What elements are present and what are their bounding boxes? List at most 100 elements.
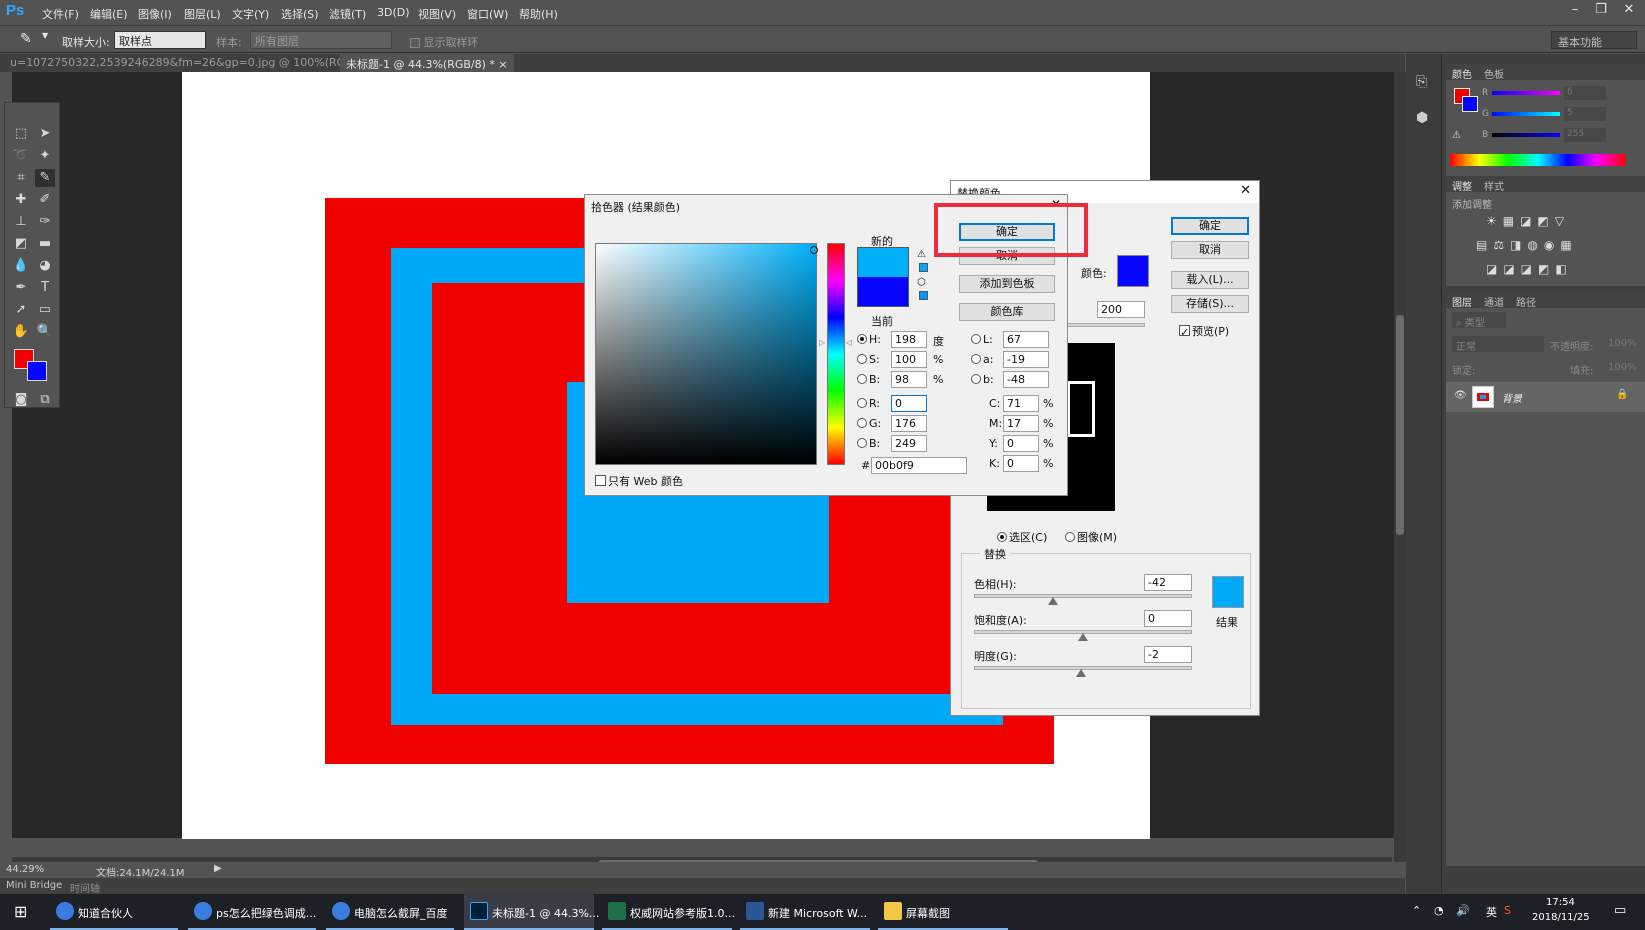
- color-tab[interactable]: 颜色: [1452, 66, 1472, 81]
- menu-file[interactable]: 文件(F): [42, 6, 79, 22]
- selection-radio[interactable]: [997, 532, 1007, 542]
- preview-checkbox[interactable]: ✓: [1179, 325, 1190, 339]
- hue-strip[interactable]: [827, 243, 845, 465]
- workspace-select[interactable]: 基本功能: [1551, 31, 1637, 49]
- pen-tool-icon[interactable]: ✒: [11, 279, 31, 297]
- screen-mode-icon[interactable]: ⧉: [35, 391, 55, 409]
- taskbar-item-screenshot-search[interactable]: 电脑怎么截屏_百度: [326, 894, 454, 930]
- history-panel-icon[interactable]: ⎘: [1416, 74, 1427, 90]
- windows-start-icon[interactable]: ⊞: [14, 902, 27, 921]
- tool-preset-chevron-icon[interactable]: ▼: [42, 31, 48, 40]
- menu-window[interactable]: 窗口(W): [467, 6, 508, 22]
- b-field[interactable]: 249: [891, 435, 927, 452]
- adjustment-icons-row-2[interactable]: ▤⚖◨◍◉▦: [1476, 238, 1578, 252]
- healing-brush-icon[interactable]: ✚: [11, 191, 31, 209]
- hue-slider-thumb[interactable]: [1048, 597, 1058, 605]
- add-to-swatches-button[interactable]: 添加到色板: [959, 275, 1055, 293]
- eyedropper-tool-icon[interactable]: ✎: [20, 31, 32, 47]
- replace-ok-button[interactable]: 确定: [1171, 217, 1249, 235]
- fill-value[interactable]: 100%: [1608, 362, 1637, 373]
- red-radio-option[interactable]: R:: [857, 397, 880, 410]
- dodge-tool-icon[interactable]: ◕: [35, 257, 55, 275]
- gamut-warning-icon[interactable]: ⚠: [1452, 130, 1461, 141]
- marquee-tool-icon[interactable]: ⬚: [11, 125, 31, 143]
- adjustment-icons-row-1[interactable]: ☀▦◪◩▽: [1486, 214, 1570, 228]
- close-icon[interactable]: ✕: [1618, 2, 1640, 20]
- a-radio-option[interactable]: a:: [971, 353, 993, 366]
- selection-radio-option[interactable]: 选区(C): [997, 529, 1047, 545]
- web-safe-cube-icon[interactable]: ⬡: [917, 277, 926, 288]
- adjustments-tab[interactable]: 调整: [1452, 178, 1472, 193]
- network-icon[interactable]: ◔: [1434, 904, 1444, 917]
- zoom-level[interactable]: 44.29%: [6, 864, 44, 875]
- clock-time[interactable]: 17:54: [1546, 897, 1575, 908]
- magic-wand-icon[interactable]: ✦: [35, 147, 55, 165]
- a-field[interactable]: -19: [1003, 351, 1049, 368]
- clone-stamp-icon[interactable]: ⊥: [11, 213, 31, 231]
- menu-type[interactable]: 文字(Y): [232, 6, 269, 22]
- bg-color-chip[interactable]: [1462, 96, 1478, 112]
- b-slider[interactable]: [1492, 133, 1560, 137]
- restore-icon[interactable]: ❐: [1590, 2, 1612, 20]
- lightness-radio[interactable]: [971, 334, 981, 344]
- saturation-radio-option[interactable]: S:: [857, 353, 880, 366]
- gamut-warning-icon[interactable]: ⚠: [917, 249, 926, 260]
- styles-tab[interactable]: 样式: [1484, 178, 1504, 193]
- clock-date[interactable]: 2018/11/25: [1532, 912, 1590, 923]
- save-button[interactable]: 存储(S)...: [1171, 295, 1249, 313]
- fuzziness-field[interactable]: 200: [1097, 301, 1145, 318]
- result-color-swatch[interactable]: [1212, 576, 1244, 608]
- color-field-cursor[interactable]: [810, 246, 818, 254]
- blue-radio-option[interactable]: B:: [857, 437, 880, 450]
- adjustment-icons-row-3[interactable]: ◪◪◪◩◧: [1486, 262, 1573, 276]
- h-field[interactable]: 198: [891, 331, 927, 348]
- vertical-scroll-thumb[interactable]: [1396, 315, 1404, 535]
- notifications-icon[interactable]: ▭: [1614, 903, 1626, 918]
- blue-radio[interactable]: [857, 438, 867, 448]
- lab-b-field[interactable]: -48: [1003, 371, 1049, 388]
- load-button[interactable]: 载入(L)...: [1171, 271, 1249, 289]
- lasso-tool-icon[interactable]: ➰: [11, 147, 31, 165]
- taskbar-item-zhidao[interactable]: 知道合伙人: [50, 894, 178, 930]
- menu-help[interactable]: 帮助(H): [519, 6, 558, 22]
- input-language[interactable]: 英: [1486, 904, 1497, 920]
- show-ring-checkbox[interactable]: [410, 38, 420, 48]
- paths-tab[interactable]: 路径: [1516, 294, 1536, 309]
- saturation-slider-thumb[interactable]: [1078, 633, 1088, 641]
- brightness-field[interactable]: 98: [891, 371, 927, 388]
- blend-mode-select[interactable]: 正常: [1452, 336, 1544, 353]
- background-color-swatch[interactable]: [27, 361, 47, 381]
- saturation-field[interactable]: 0: [1144, 610, 1192, 627]
- c-field[interactable]: 71: [1003, 395, 1039, 412]
- show-ring-option[interactable]: 显示取样环: [410, 34, 479, 50]
- saturation-radio[interactable]: [857, 354, 867, 364]
- menu-layer[interactable]: 图层(L): [184, 6, 221, 22]
- brightness-radio[interactable]: [857, 374, 867, 384]
- eyedropper-icon[interactable]: ✎: [35, 169, 55, 187]
- sogou-ime-icon[interactable]: S: [1504, 904, 1511, 917]
- gamut-color-chip[interactable]: [919, 263, 928, 272]
- g-slider[interactable]: [1492, 112, 1560, 116]
- lightness-field[interactable]: -2: [1144, 646, 1192, 663]
- quick-mask-icon[interactable]: ◙: [11, 391, 31, 409]
- sample-size-select[interactable]: 取样点: [114, 31, 206, 49]
- red-radio[interactable]: [857, 398, 867, 408]
- r-slider[interactable]: [1492, 91, 1560, 95]
- path-select-icon[interactable]: ➚: [11, 301, 31, 319]
- gradient-tool-icon[interactable]: ▬: [35, 235, 55, 253]
- lightness-slider-thumb[interactable]: [1076, 669, 1086, 677]
- crop-tool-icon[interactable]: ⌗: [11, 169, 31, 187]
- preview-option[interactable]: ✓ 预览(P): [1179, 323, 1229, 339]
- hue-slider[interactable]: [974, 594, 1192, 598]
- opacity-value[interactable]: 100%: [1608, 338, 1637, 349]
- k-field[interactable]: 0: [1003, 455, 1039, 472]
- g-value[interactable]: 5: [1564, 107, 1606, 121]
- l-field[interactable]: 67: [1003, 331, 1049, 348]
- m-field[interactable]: 17: [1003, 415, 1039, 432]
- taskbar-item-ps-question[interactable]: ps怎么把绿色调成...: [188, 894, 316, 930]
- hue-pointer-left-icon[interactable]: ▷: [819, 338, 825, 347]
- lab-b-radio-option[interactable]: b:: [971, 373, 994, 386]
- rectangle-tool-icon[interactable]: ▭: [35, 301, 55, 319]
- mini-bridge-tab[interactable]: Mini Bridge: [6, 880, 62, 891]
- green-radio-option[interactable]: G:: [857, 417, 881, 430]
